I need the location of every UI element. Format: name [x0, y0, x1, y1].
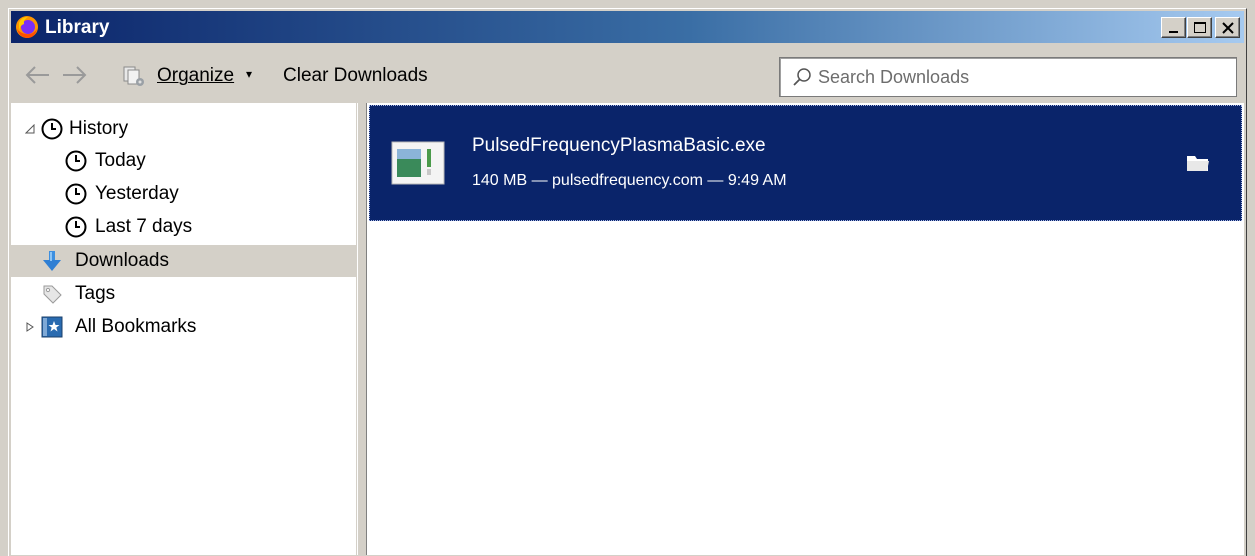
close-icon: [1222, 22, 1234, 34]
toolbar: Organize ▾ Clear Downloads: [11, 45, 1244, 105]
maximize-button[interactable]: [1187, 17, 1212, 38]
sidebar-item-label: Last 7 days: [95, 216, 193, 237]
sidebar-item-all-bookmarks[interactable]: All Bookmarks: [11, 311, 356, 343]
sidebar-item-yesterday[interactable]: Yesterday: [11, 178, 356, 210]
close-button[interactable]: [1215, 17, 1240, 38]
sidebar-item-label: Yesterday: [95, 183, 179, 204]
sidebar-item-label: All Bookmarks: [75, 316, 197, 337]
download-filename: PulsedFrequencyPlasmaBasic.exe: [472, 135, 766, 156]
window-title: Library: [45, 17, 110, 38]
back-arrow-icon[interactable]: [23, 65, 51, 85]
sidebar-item-today[interactable]: Today: [11, 145, 356, 177]
dropdown-arrow-icon: ▾: [246, 67, 253, 81]
open-folder-icon[interactable]: [1186, 153, 1210, 173]
clear-downloads-button[interactable]: Clear Downloads: [283, 63, 428, 89]
sidebar-item-label: Today: [95, 150, 146, 171]
sidebar-item-last-7-days[interactable]: Last 7 days: [11, 211, 356, 243]
pane-splitter[interactable]: [357, 103, 367, 555]
firefox-icon: [16, 16, 38, 38]
clock-icon: [65, 216, 87, 238]
minimize-button[interactable]: [1161, 17, 1186, 38]
executable-file-icon: [391, 141, 445, 185]
forward-arrow-icon[interactable]: [61, 65, 89, 85]
search-icon: [793, 68, 811, 86]
download-item[interactable]: PulsedFrequencyPlasmaBasic.exe 140 MB — …: [369, 105, 1242, 221]
sidebar-item-history[interactable]: History: [11, 113, 356, 145]
sidebar-item-tags[interactable]: Tags: [11, 278, 356, 310]
tag-icon: [43, 285, 62, 304]
library-window: Library Organize ▾ Clear Downloads Searc…: [8, 8, 1247, 556]
sidebar-item-label: History: [69, 118, 129, 139]
clock-icon: [65, 150, 87, 172]
clock-icon: [65, 183, 87, 205]
search-box[interactable]: [779, 57, 1237, 97]
download-arrow-icon: [43, 251, 61, 271]
sidebar-item-label: Tags: [75, 283, 116, 304]
collapsed-triangle-icon[interactable]: [25, 322, 35, 332]
organize-icon: [123, 66, 144, 86]
sidebar-tree: History Today Yesterday Last 7 days Down…: [11, 103, 357, 555]
expanded-triangle-icon[interactable]: [25, 124, 35, 134]
downloads-list: PulsedFrequencyPlasmaBasic.exe 140 MB — …: [367, 103, 1244, 555]
search-input[interactable]: [818, 64, 1218, 90]
download-details: 140 MB — pulsedfrequency.com — 9:49 AM: [472, 172, 787, 189]
sidebar-item-label: Downloads: [75, 250, 169, 271]
title-bar[interactable]: Library: [11, 11, 1244, 43]
clock-icon: [41, 118, 63, 140]
bookmarks-icon: [41, 316, 63, 338]
sidebar-item-downloads[interactable]: Downloads: [11, 245, 356, 277]
minimize-icon: [1169, 31, 1178, 33]
maximize-icon: [1194, 22, 1206, 33]
organize-label: Organize: [157, 65, 235, 86]
